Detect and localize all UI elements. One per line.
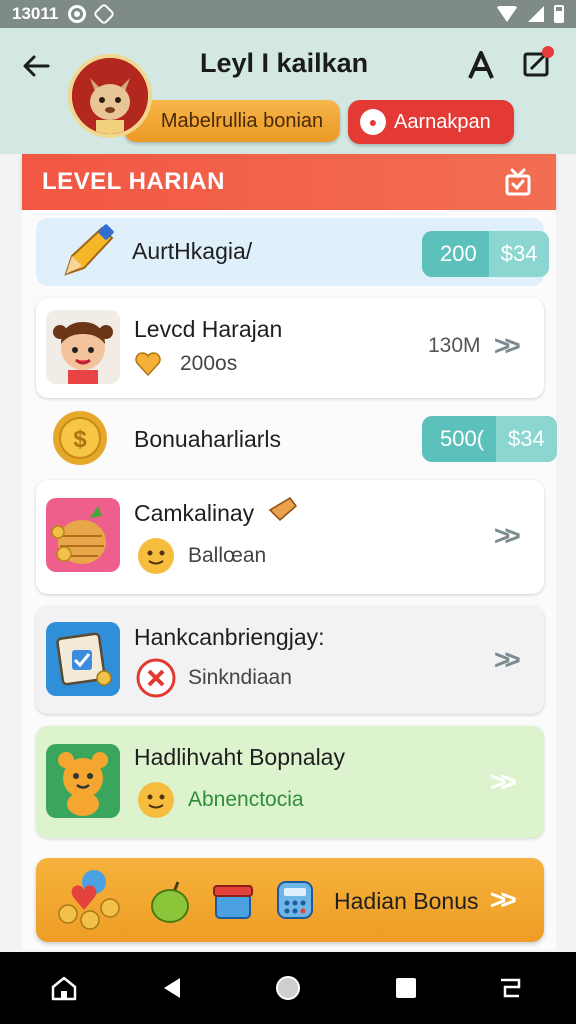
list-item-subtitle: Abnenctocia (188, 788, 304, 811)
list-item-title: AurtHkagia/ (132, 238, 253, 264)
home-circle-icon[interactable] (274, 974, 302, 1002)
back-triangle-icon[interactable] (158, 974, 186, 1002)
coins-balloon-icon (58, 870, 120, 930)
girl-face-icon (46, 310, 120, 384)
list-item[interactable]: Camkalinay Ballœan >> (36, 480, 544, 594)
section-title: LEVEL HARIAN (42, 168, 225, 195)
cat-avatar-icon (72, 58, 148, 134)
font-button[interactable] (466, 48, 496, 82)
page-title: Leyl I kailkan (200, 48, 369, 78)
reward-pill-label: Aarnakpan (394, 110, 491, 133)
letter-a-icon (468, 51, 494, 79)
gift-icon[interactable] (502, 166, 534, 198)
chevron-right-icon: >> (494, 644, 521, 675)
svg-text:$: $ (73, 426, 87, 453)
settings-icon (93, 2, 116, 26)
list-item-title: Bonuaharliarls (134, 426, 282, 452)
chevron-right-icon: >> (490, 766, 517, 797)
status-bar: 13011 (0, 0, 576, 28)
list-item-title: Hadlihvaht Bopnalay (134, 744, 345, 770)
switch-app-icon[interactable] (496, 974, 524, 1002)
home-icon[interactable] (50, 974, 78, 1002)
recents-icon[interactable] (392, 974, 420, 1002)
back-button[interactable] (20, 50, 52, 82)
list-item-subtitle: Ballœan (188, 544, 267, 567)
list-item-title: Hankcanbriengjay: (134, 624, 325, 650)
list-item[interactable]: Hankcanbriengjay: Sinkndiaan >> (36, 606, 544, 714)
calculator-icon (277, 881, 313, 919)
share-button[interactable] (522, 46, 556, 82)
bonus-label: Hadian Bonus (334, 888, 479, 914)
section-banner: LEVEL HARIAN (22, 154, 556, 210)
reward-pill-button[interactable]: ● Aarnakpan (348, 100, 514, 144)
cancel-icon (136, 658, 176, 698)
list-item[interactable]: $ Bonuaharliarls 500( $34 (36, 404, 557, 474)
list-item-subtitle: Sinkndiaan (188, 666, 292, 689)
bonus-pill-label: Mabelrullia bonian (160, 109, 324, 132)
box-icon (213, 885, 253, 919)
list-item-title: Camkalinay (134, 500, 255, 526)
tag-icon (268, 497, 298, 522)
value-tag: 200 $34 (422, 231, 550, 277)
fruit-icon (151, 881, 189, 923)
list-item[interactable]: Hadlihvaht Bopnalay Abnenctocia >> (36, 726, 544, 838)
pencil-icon (64, 224, 114, 276)
chevron-right-icon: >> (490, 884, 517, 915)
bonus-pill-button[interactable]: Mabelrullia bonian (124, 100, 340, 142)
reward-icon: ● (360, 109, 386, 135)
list-item[interactable]: Levcd Harajan 200os 130M >> (36, 298, 544, 398)
heart-icon (135, 352, 161, 377)
battery-icon (554, 5, 564, 23)
smiley-icon (138, 538, 174, 574)
chevron-right-icon: >> (494, 520, 521, 551)
signal-icon (528, 6, 544, 22)
record-icon (68, 5, 87, 23)
wifi-icon (496, 6, 518, 22)
list-item-subtitle: 200os (180, 352, 238, 375)
smiley-icon (138, 782, 174, 818)
chevron-right-icon: >> (494, 330, 521, 361)
arrow-left-icon (23, 55, 50, 77)
list-item-title: Levcd Harajan (134, 316, 283, 342)
app-header: Leyl I kailkan Mabelrullia bonian ● Aarn… (0, 28, 576, 154)
coin-icon: $ (53, 411, 107, 465)
status-time: 13011 (12, 4, 59, 23)
bonus-button[interactable]: Hadian Bonus >> (36, 858, 544, 942)
value-tag: 500( $34 (422, 416, 557, 462)
mascot-icon (46, 744, 120, 818)
fruit-basket-icon (46, 498, 120, 572)
notification-dot (542, 46, 554, 58)
avatar[interactable] (68, 54, 152, 138)
system-nav-bar (0, 952, 576, 1024)
list-item-value: 130M (428, 334, 481, 357)
checklist-icon (46, 622, 120, 696)
list-item[interactable]: AurtHkagia/ 200 $34 (36, 218, 550, 286)
